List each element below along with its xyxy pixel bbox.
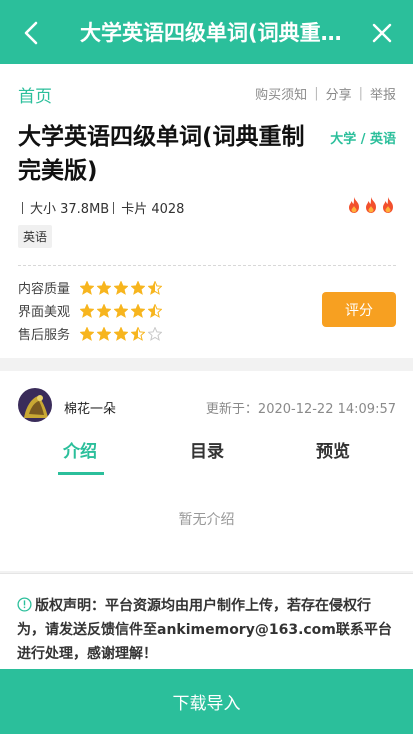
star-rating (80, 280, 162, 295)
deck-size: 大小 37.8MB (30, 202, 110, 217)
top-bar: 大学英语四级单词(词典重制完美版) (0, 0, 413, 64)
star-full-icon (114, 326, 128, 341)
back-button[interactable] (14, 16, 48, 50)
page-title: 大学英语四级单词(词典重制完美版) (80, 21, 343, 45)
dashed-divider (18, 265, 396, 266)
star-half-icon (148, 303, 162, 318)
star-full-icon (97, 280, 111, 295)
share-link[interactable]: 分享 (326, 84, 352, 103)
tab-preview[interactable]: 预览 (316, 437, 350, 462)
copyright-notice: 版权声明：平台资源均由用户制作上传，若存在侵权行为，请发送反馈信件至ankime… (0, 573, 413, 669)
divider (113, 201, 115, 214)
deck-meta: 大小 37.8MB 卡片 4028 (18, 198, 184, 217)
rating-label: 售后服务 (18, 328, 71, 343)
star-full-icon (97, 303, 111, 318)
star-full-icon (131, 280, 145, 295)
home-link[interactable]: 首页 (18, 82, 52, 107)
flame-icon (366, 197, 376, 213)
star-full-icon (80, 326, 94, 341)
star-half-icon (131, 326, 145, 341)
deck-title: 大学英语四级单词(词典重制完美版) (18, 124, 305, 184)
tab-intro[interactable]: 介绍 (63, 437, 97, 462)
star-full-icon (114, 303, 128, 318)
avatar[interactable] (18, 388, 52, 422)
tab-bar: 介绍 目录 预览 (0, 433, 413, 475)
rate-button[interactable]: 评分 (322, 292, 396, 327)
star-full-icon (80, 303, 94, 318)
star-half-icon (148, 280, 162, 295)
star-full-icon (114, 280, 128, 295)
heat-indicator (346, 196, 396, 214)
star-full-icon (131, 303, 145, 318)
copyright-text: 版权声明：平台资源均由用户制作上传，若存在侵权行为，请发送反馈信件至ankime… (17, 598, 392, 662)
purchase-notice-link[interactable]: 购买须知 (255, 84, 307, 103)
ratings: 内容质量 界面美观 售后服务 (18, 276, 162, 345)
report-link[interactable]: 举报 (370, 84, 396, 103)
info-icon (17, 597, 32, 612)
star-full-icon (80, 280, 94, 295)
divider: | (314, 86, 319, 101)
divider (22, 201, 23, 214)
active-tab-indicator (58, 472, 104, 475)
star-rating (80, 303, 162, 318)
close-icon (372, 23, 392, 43)
star-rating (80, 326, 162, 341)
deck-info-card: 首页 购买须知 | 分享 | 举报 大学英语四级单词(词典重制完美版) 大学 /… (0, 64, 413, 358)
tab-catalog[interactable]: 目录 (190, 437, 224, 462)
download-import-button[interactable]: 下载导入 (0, 669, 413, 734)
divider: | (358, 86, 363, 101)
details-card: 棉花一朵 更新于：2020-12-22 14:09:57 介绍 目录 预览 暂无… (0, 371, 413, 571)
chevron-left-icon (24, 21, 38, 45)
avatar-image (18, 388, 52, 422)
rating-label: 界面美观 (18, 305, 71, 320)
rating-row: 内容质量 (18, 276, 162, 299)
top-links: 购买须知 | 分享 | 举报 (255, 84, 396, 103)
intro-empty-text: 暂无介绍 (178, 512, 235, 528)
deck-tag[interactable]: 英语 (18, 225, 53, 248)
author-name[interactable]: 棉花一朵 (64, 398, 116, 417)
rating-row: 界面美观 (18, 299, 162, 322)
updated-time: 更新于：2020-12-22 14:09:57 (205, 402, 396, 417)
star-full-icon (97, 326, 111, 341)
flame-icon (349, 197, 359, 213)
rating-row: 售后服务 (18, 322, 162, 345)
star-empty-icon (148, 326, 162, 341)
close-button[interactable] (365, 16, 399, 50)
deck-card-count: 卡片 4028 (121, 202, 185, 217)
flame-icon (383, 197, 393, 213)
deck-category[interactable]: 大学 / 英语 (330, 128, 396, 147)
rating-label: 内容质量 (18, 282, 71, 297)
